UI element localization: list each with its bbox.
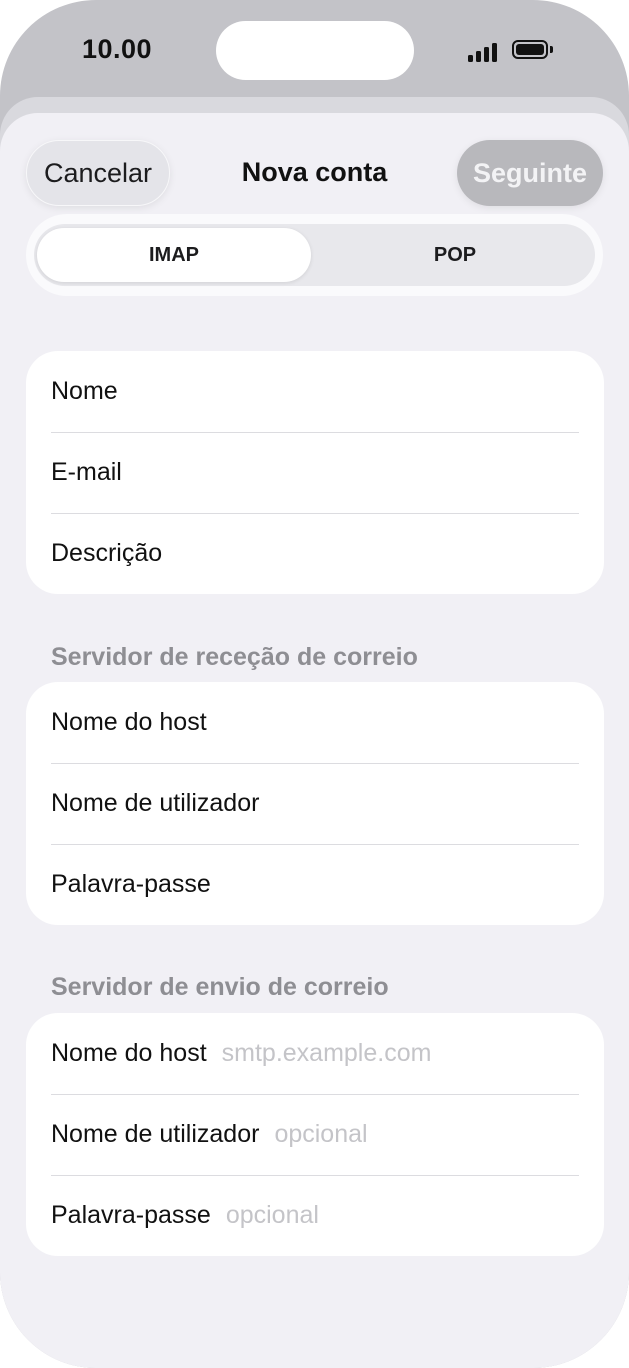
dynamic-island (216, 21, 414, 80)
description-field[interactable]: Descrição (26, 513, 604, 594)
outgoing-username-label: Nome de utilizador (51, 1120, 260, 1148)
email-label: E-mail (51, 458, 122, 486)
name-field[interactable]: Nome (26, 351, 604, 432)
incoming-server-header: Servidor de receção de correio (51, 643, 418, 671)
cellular-signal-icon (468, 40, 502, 62)
status-bar: 10.00 (0, 0, 629, 100)
outgoing-server-group: Nome do host smtp.example.com Nome de ut… (26, 1013, 604, 1256)
battery-cap (550, 46, 553, 53)
phone-frame: 10.00 Cancelar Nova conta Seguinte IMAP … (0, 0, 629, 1368)
name-label: Nome (51, 377, 118, 405)
next-button[interactable]: Seguinte (457, 140, 603, 206)
segment-track: IMAP POP (34, 224, 595, 286)
outgoing-server-header: Servidor de envio de correio (51, 973, 389, 1001)
status-time: 10.00 (82, 34, 153, 64)
incoming-server-group: Nome do host Nome de utilizador Palavra-… (26, 682, 604, 925)
incoming-password-label: Palavra-passe (51, 870, 211, 898)
outgoing-host-placeholder: smtp.example.com (221, 1039, 432, 1067)
outgoing-host-field[interactable]: Nome do host smtp.example.com (26, 1013, 604, 1094)
incoming-host-field[interactable]: Nome do host (26, 682, 604, 763)
outgoing-password-label: Palavra-passe (51, 1201, 211, 1229)
segment-pop[interactable]: POP (315, 224, 595, 286)
segment-imap[interactable]: IMAP (37, 228, 311, 282)
incoming-username-field[interactable]: Nome de utilizador (26, 763, 604, 844)
outgoing-username-placeholder: opcional (274, 1120, 368, 1148)
incoming-password-field[interactable]: Palavra-passe (26, 844, 604, 925)
incoming-host-label: Nome do host (51, 708, 207, 736)
outgoing-host-label: Nome do host (51, 1039, 207, 1067)
account-type-segmented-control: IMAP POP (26, 214, 603, 296)
outgoing-username-field[interactable]: Nome de utilizador opcional (26, 1094, 604, 1175)
outgoing-password-placeholder: opcional (225, 1201, 319, 1229)
battery-icon (512, 40, 548, 59)
description-label: Descrição (51, 539, 163, 567)
account-info-group: Nome E-mail Descrição (26, 351, 604, 594)
email-field[interactable]: E-mail (26, 432, 604, 513)
incoming-username-label: Nome de utilizador (51, 789, 260, 817)
outgoing-password-field[interactable]: Palavra-passe opcional (26, 1175, 604, 1256)
